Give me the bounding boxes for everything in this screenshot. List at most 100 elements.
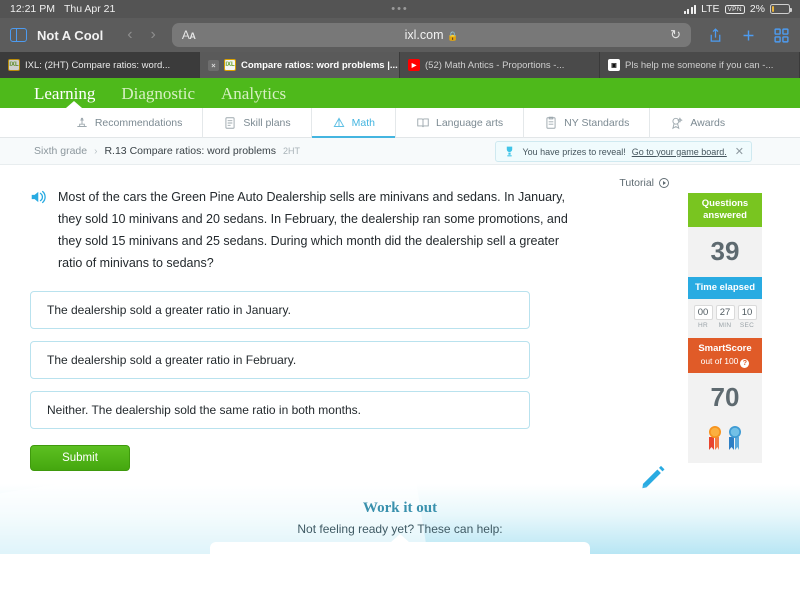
smartscore-sub: out of 100?	[690, 356, 760, 368]
subnav-item-language-arts[interactable]: Language arts	[395, 107, 523, 138]
question-text: Most of the cars the Green Pine Auto Dea…	[58, 190, 568, 270]
prize-toast: You have prizes to reveal! Go to your ga…	[495, 141, 752, 162]
timer-seconds-value: 10	[737, 304, 757, 320]
network-type-label: LTE	[701, 3, 720, 15]
browser-tab-strip: IXL IXL: (2HT) Compare ratios: word... ×…	[0, 52, 800, 78]
browser-tab[interactable]: × IXL Compare ratios: word problems |...	[200, 52, 400, 78]
close-icon[interactable]: ✕	[735, 145, 744, 158]
ribbon-blue-icon	[729, 425, 741, 450]
work-card[interactable]	[210, 542, 590, 554]
skill-plans-icon	[225, 116, 235, 129]
browser-tab[interactable]: ▶ (52) Math Antics - Proportions -...	[400, 52, 600, 78]
subnav-item-recommendations[interactable]: Recommendations	[55, 108, 203, 138]
subnav-label: Language arts	[436, 116, 504, 129]
subnav-item-awards[interactable]: Awards	[649, 107, 745, 138]
forward-button[interactable]: ›	[151, 27, 156, 43]
answer-choice[interactable]: The dealership sold a greater ratio in J…	[30, 290, 530, 329]
ixl-primary-nav: Learning Diagnostic Analytics	[0, 78, 800, 108]
sidebar-toggle-icon[interactable]	[10, 28, 27, 42]
tutorial-label: Tutorial	[619, 177, 654, 189]
browser-tab[interactable]: ▣ Pls help me someone if you can -...	[600, 52, 800, 78]
ixl-subject-nav: Recommendations Skill plans Math Languag…	[0, 107, 800, 139]
timer-hours-label: HR	[698, 321, 708, 329]
browser-toolbar: Not A Cool ‹ › AA ixl.com 🔒 ↻	[0, 18, 800, 52]
timer-minutes-label: MIN	[718, 321, 732, 329]
ixl-favicon: IXL	[8, 59, 20, 71]
skill-practice-page: Most of the cars the Green Pine Auto Dea…	[0, 165, 800, 554]
share-icon[interactable]	[707, 27, 724, 44]
ribbon-orange-icon	[709, 425, 721, 450]
breadcrumb-skill: R.13 Compare ratios: word problems	[104, 145, 277, 157]
questions-answered-header: Questions answered	[688, 193, 762, 227]
answer-choices: The dealership sold a greater ratio in J…	[30, 290, 658, 429]
youtube-favicon: ▶	[408, 59, 420, 71]
subnav-item-skill-plans[interactable]: Skill plans	[202, 107, 310, 138]
math-icon	[333, 116, 345, 127]
breadcrumb-skill-code: 2HT	[283, 146, 301, 156]
profile-name-label: Not A Cool	[37, 27, 104, 43]
language-arts-icon	[417, 117, 429, 127]
signal-strength-icon	[683, 4, 697, 14]
tab-title: Compare ratios: word problems |...	[241, 59, 398, 71]
tab-title: IXL: (2HT) Compare ratios: word...	[25, 59, 171, 71]
tab-overview-icon[interactable]	[773, 27, 790, 44]
answer-choice[interactable]: Neither. The dealership sold the same ra…	[30, 390, 530, 429]
timer-cell-seconds: 10 SEC	[737, 304, 757, 329]
nav-analytics[interactable]: Analytics	[221, 84, 286, 108]
elapsed-timer: 00 HR 27 MIN 10 SEC	[688, 299, 762, 331]
lock-icon: 🔒	[447, 31, 459, 41]
new-tab-icon[interactable]	[740, 27, 757, 44]
subnav-label: NY Standards	[564, 116, 630, 129]
timer-hours-value: 00	[693, 304, 713, 320]
subnav-label: Awards	[690, 116, 726, 129]
work-card-notch	[391, 534, 409, 542]
work-it-out-band: Work it out Not feeling ready yet? These…	[0, 484, 800, 554]
battery-percent-label: 2%	[749, 3, 765, 15]
smartscore-label: SmartScore	[698, 342, 752, 354]
time-elapsed-header: Time elapsed	[688, 276, 762, 299]
toolbar-icons	[707, 27, 790, 44]
close-icon[interactable]: ×	[208, 59, 219, 71]
address-bar[interactable]: AA ixl.com 🔒 ↻	[171, 23, 691, 47]
submit-button[interactable]: Submit	[30, 444, 130, 471]
status-center-dots: •••	[391, 3, 409, 15]
timer-cell-hours: 00 HR	[693, 304, 713, 329]
roblox-favicon: ▣	[608, 59, 620, 71]
speaker-icon[interactable]	[30, 189, 48, 205]
awards-icon	[672, 116, 684, 129]
game-board-link[interactable]: Go to your game board.	[632, 147, 727, 157]
subnav-label: Math	[351, 116, 375, 129]
breadcrumb-separator: ›	[94, 145, 98, 157]
timer-minutes-value: 27	[715, 304, 735, 320]
standards-icon	[546, 116, 556, 129]
vpn-badge: VPN	[724, 4, 745, 14]
browser-tab[interactable]: IXL IXL: (2HT) Compare ratios: word...	[0, 52, 200, 78]
score-panel: Questions answered 39 Time elapsed 00 HR…	[688, 193, 762, 463]
timer-seconds-label: SEC	[739, 321, 755, 329]
trophy-icon	[507, 146, 513, 157]
answer-choice[interactable]: The dealership sold a greater ratio in F…	[30, 340, 530, 379]
subnav-item-ny-standards[interactable]: NY Standards	[523, 107, 649, 138]
subnav-label: Recommendations	[94, 116, 183, 129]
subnav-item-math[interactable]: Math	[310, 107, 396, 139]
breadcrumb-grade[interactable]: Sixth grade	[34, 145, 87, 157]
status-bar-right: LTE VPN 2%	[683, 3, 792, 15]
smartscore-header: SmartScore out of 100?	[688, 337, 762, 373]
question-block: Most of the cars the Green Pine Auto Dea…	[30, 187, 658, 275]
nav-learning[interactable]: Learning	[34, 84, 95, 108]
battery-icon	[770, 4, 792, 14]
tab-title: Pls help me someone if you can -...	[625, 59, 774, 71]
timer-cell-minutes: 27 MIN	[715, 304, 735, 329]
subnav-label: Skill plans	[243, 116, 291, 129]
recommendations-icon	[77, 117, 87, 127]
help-icon[interactable]: ?	[740, 358, 750, 368]
nav-arrows: ‹ ›	[127, 27, 156, 43]
back-button[interactable]: ‹	[127, 27, 132, 43]
tutorial-link[interactable]: Tutorial	[619, 177, 670, 189]
play-circle-icon	[659, 178, 669, 188]
work-it-out-title: Work it out	[362, 500, 438, 516]
breadcrumb: Sixth grade › R.13 Compare ratios: word …	[0, 138, 800, 165]
ios-status-bar: 12:21 PM Thu Apr 21 ••• LTE VPN 2%	[0, 0, 800, 18]
questions-answered-value: 39	[710, 235, 740, 266]
nav-diagnostic[interactable]: Diagnostic	[121, 84, 195, 108]
